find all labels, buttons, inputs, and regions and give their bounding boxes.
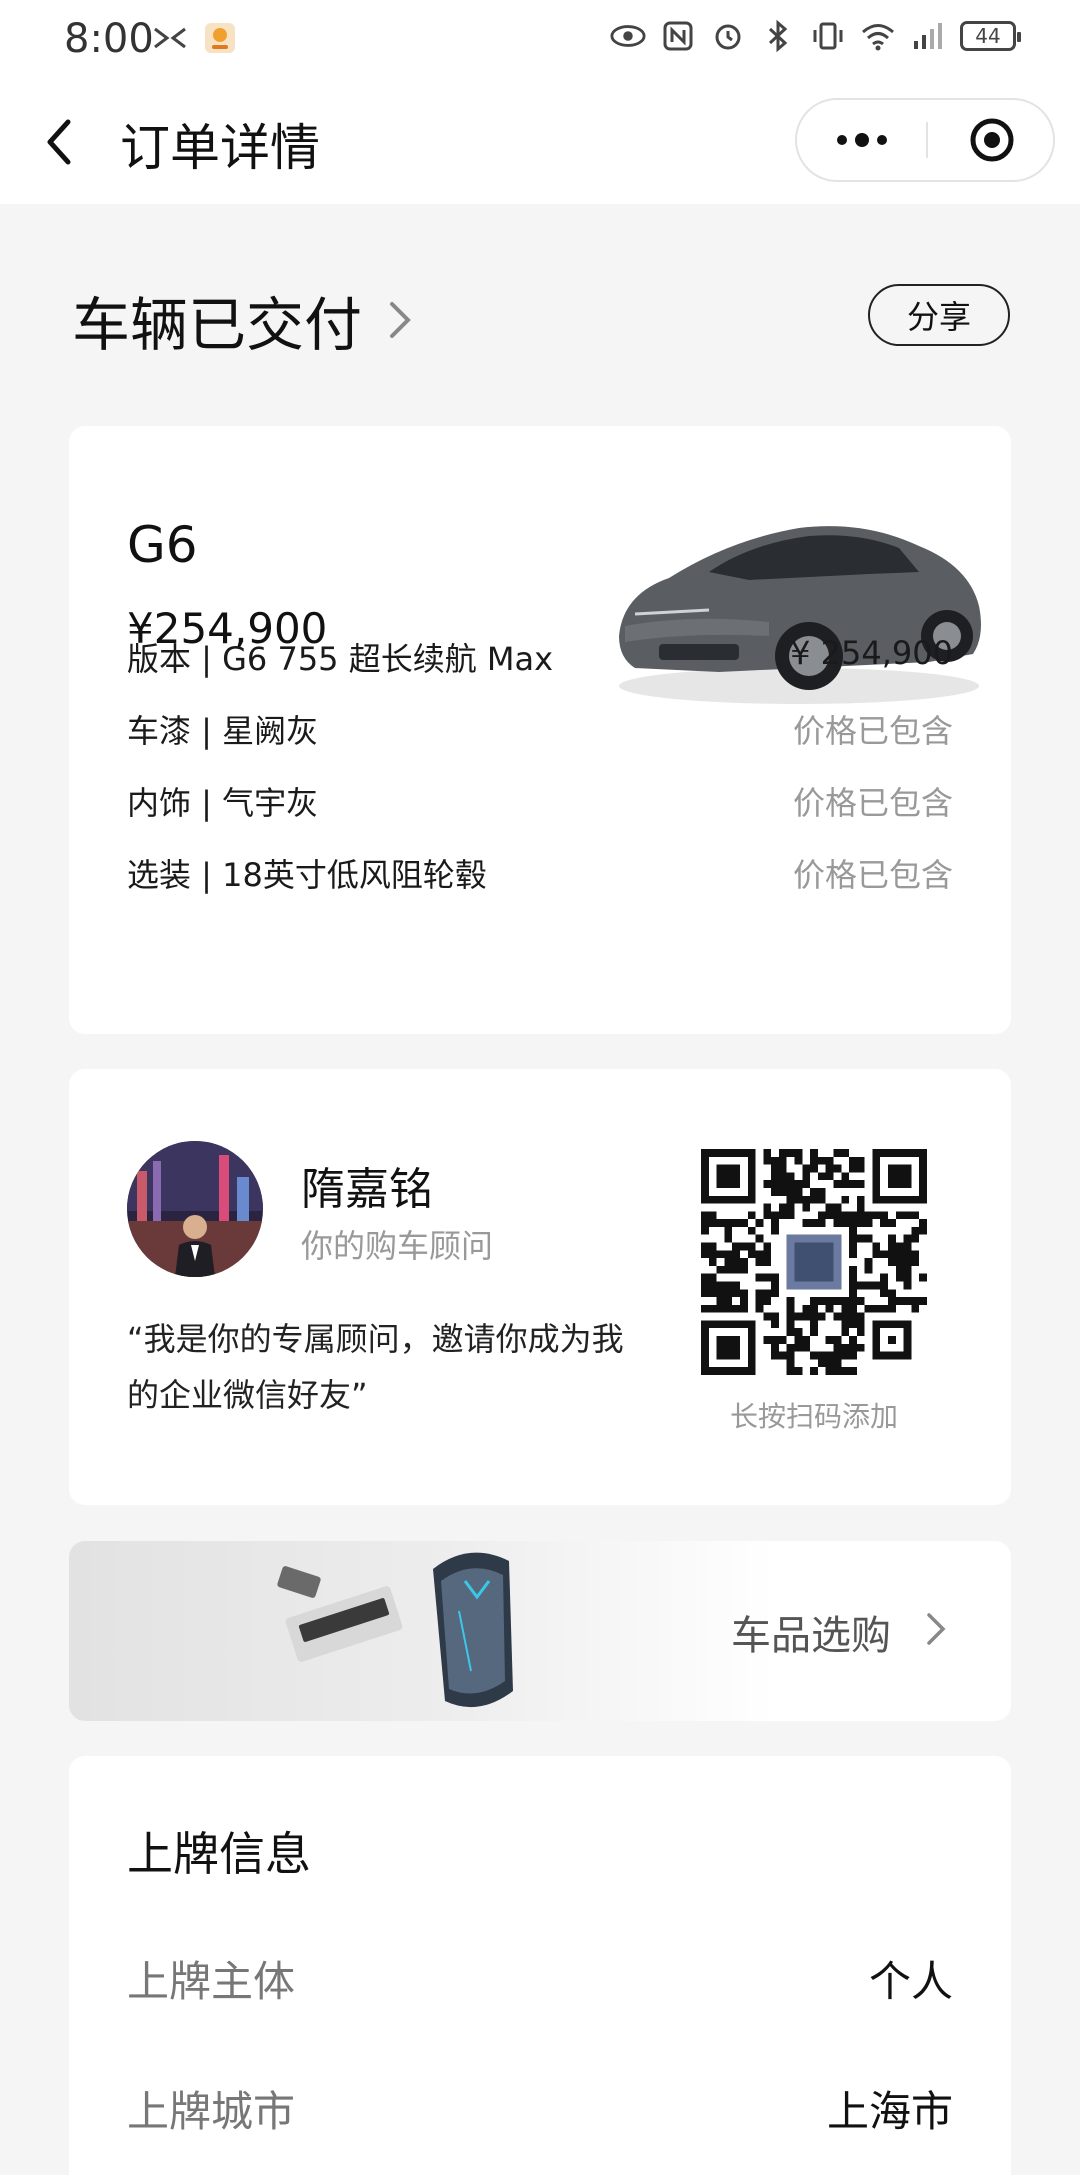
order-status-link[interactable]: 车辆已交付 [72,278,414,362]
signal-icon [910,18,946,54]
page-title: 订单详情 [120,119,320,177]
registration-card: 上牌信息 上牌主体 个人 上牌城市 上海市 [69,1756,1011,2175]
eye-icon [610,18,646,54]
advisor-card: 隋嘉铭 你的购车顾问 “我是你的专属顾问，邀请你成为我的企业微信好友” 长按扫码… [69,1069,1011,1505]
status-time: 8:00 [64,16,154,62]
qr-code-image[interactable] [701,1149,927,1375]
spec-label: 选装 | 18英寸低风阻轮毂 [127,856,487,894]
nav-bar: 订单详情 [0,78,1080,204]
avatar [127,1141,263,1277]
registration-label: 上牌城市 [127,2087,296,2136]
spec-row-options: 选装 | 18英寸低风阻轮毂 价格已包含 [127,850,953,894]
spec-row-paint: 车漆 | 星阙灰 价格已包含 [127,706,953,750]
close-mini-program-button[interactable] [928,100,1055,180]
app-logo-icon [202,20,238,56]
spec-row-version: 版本 | G6 755 超长续航 Max ¥ 254,900 [127,634,953,678]
advisor-role: 你的购车顾问 [301,1227,494,1265]
back-button[interactable] [38,112,90,172]
advisor-name: 隋嘉铭 [301,1164,433,1215]
spec-label: 车漆 | 星阙灰 [127,712,319,750]
spec-label: 内饰 | 气宇灰 [127,784,319,822]
car-image [619,526,981,704]
car-model: G6 [127,516,198,574]
vibrate-icon [810,18,846,54]
registration-label: 上牌主体 [127,1957,296,2006]
target-icon [970,118,1013,162]
chevron-right-icon [390,302,411,338]
status-bar: 8:00 44 [0,0,1080,78]
chevron-right-icon [927,1613,946,1645]
registration-title: 上牌信息 [127,1827,311,1881]
status-right-icons: 44 [610,18,1021,54]
mini-program-capsule [795,98,1055,182]
more-dots-icon [833,133,891,147]
shop-label: 车品选购 [731,1613,891,1659]
alarm-icon [710,18,746,54]
more-button[interactable] [797,100,926,180]
wifi-icon [860,18,896,54]
spec-value: 价格已包含 [792,856,953,894]
accessories-shop-banner[interactable]: 车品选购 [69,1541,1011,1721]
battery-indicator: 44 [960,21,1021,51]
cross-arrows-icon [152,20,188,56]
order-status-text: 车辆已交付 [72,291,363,359]
chevron-left-icon [47,119,71,165]
spec-label: 版本 | G6 755 超长续航 Max [127,640,554,678]
spec-value: 价格已包含 [792,712,953,750]
advisor-quote: “我是你的专属顾问，邀请你成为我的企业微信好友” [127,1320,624,1414]
qr-caption: 长按扫码添加 [729,1400,898,1433]
spec-value: 价格已包含 [792,784,953,822]
accessories-image [277,1552,513,1708]
spec-row-interior: 内饰 | 气宇灰 价格已包含 [127,778,953,822]
spec-value: ¥ 254,900 [790,634,953,672]
share-button[interactable]: 分享 [868,284,1010,346]
nfc-icon [660,18,696,54]
bluetooth-icon [760,18,796,54]
status-left-icons [152,20,238,56]
car-summary-card: G6 ¥254,900 版本 | G6 755 超长续航 Max ¥ 254,9… [69,426,1011,1034]
registration-value: 上海市 [826,2087,953,2136]
registration-value: 个人 [868,1957,953,2006]
